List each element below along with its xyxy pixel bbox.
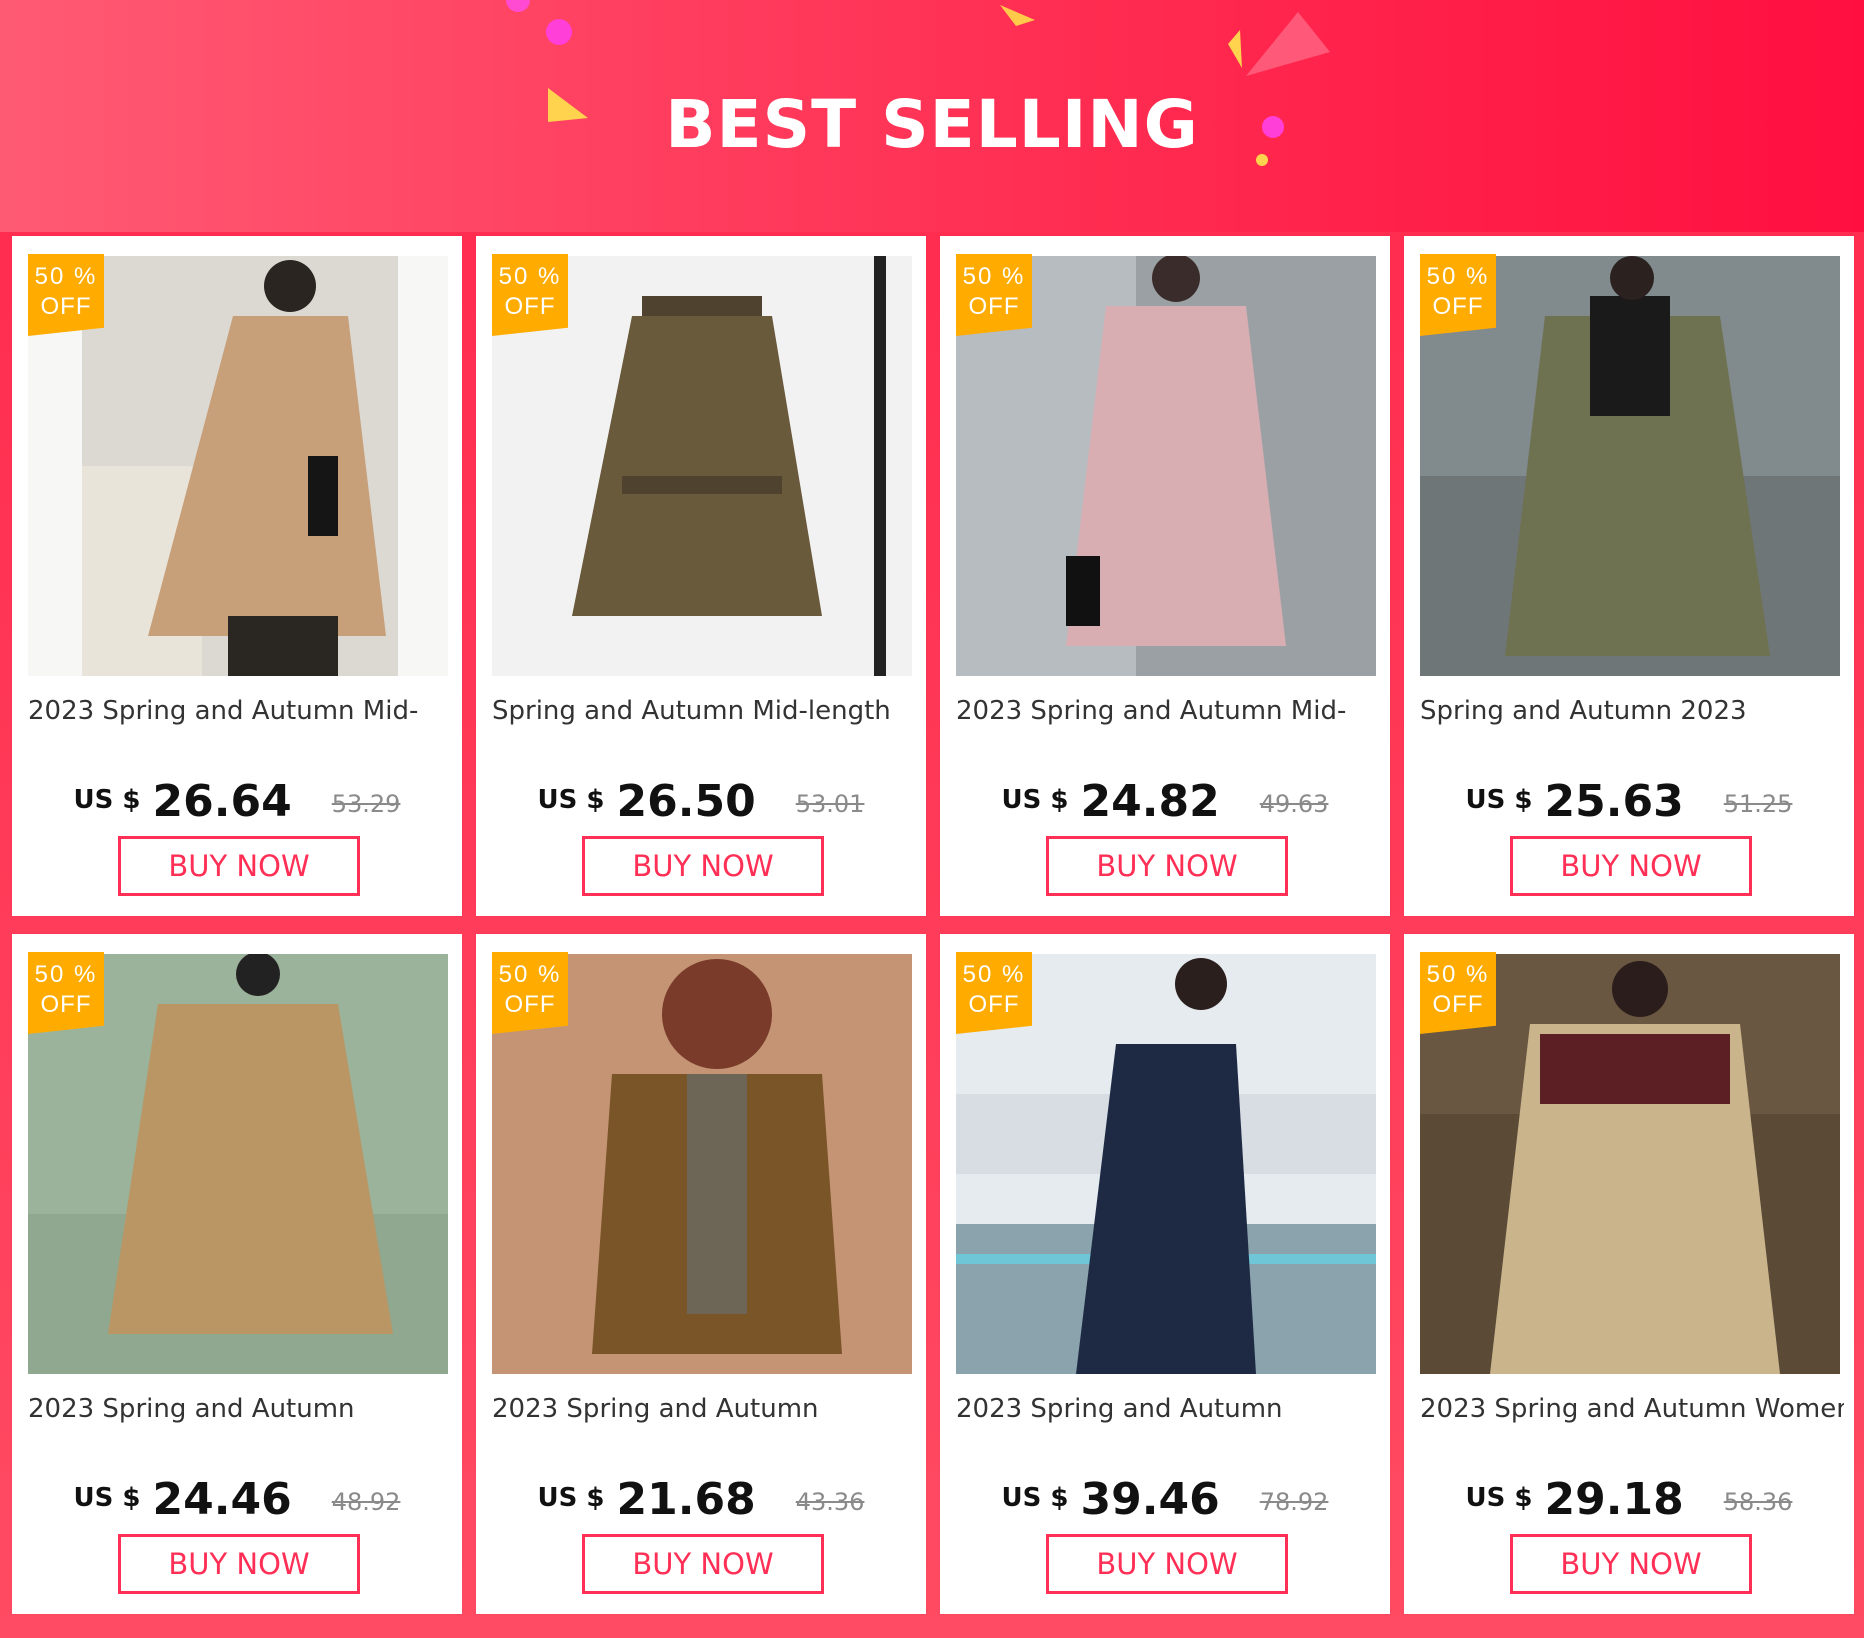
product-title[interactable]: 2023 Spring and Autumn Women <box>1420 1394 1844 1432</box>
buy-now-button[interactable]: BUY NOW <box>582 1534 824 1594</box>
hero-banner: BEST SELLING <box>0 0 1864 232</box>
product-card[interactable]: 50 % OFF 2023 Spring and Autumn Mid- US … <box>940 236 1390 916</box>
badge-off: OFF <box>40 991 92 1018</box>
product-card[interactable]: 50 % OFF Spring and Autumn Mid-length US… <box>476 236 926 916</box>
original-price: 49.63 <box>1259 790 1329 818</box>
product-title[interactable]: Spring and Autumn 2023 <box>1420 696 1844 734</box>
badge-percent: 50 % <box>1426 263 1490 290</box>
discount-badge: 50 % OFF <box>956 254 1032 336</box>
original-price: 58.36 <box>1723 1488 1793 1516</box>
sale-price: 26.50 <box>616 776 756 827</box>
sale-price: 21.68 <box>616 1474 756 1525</box>
badge-percent: 50 % <box>34 961 98 988</box>
currency-label: US $ <box>1001 785 1069 815</box>
product-card[interactable]: 50 % OFF 2023 Spring and Autumn US $ 24.4… <box>12 934 462 1614</box>
sale-price: 24.82 <box>1080 776 1220 827</box>
badge-percent: 50 % <box>962 961 1026 988</box>
sale-price: 24.46 <box>152 1474 292 1525</box>
original-price: 78.92 <box>1259 1488 1329 1516</box>
original-price: 43.36 <box>795 1488 865 1516</box>
badge-off: OFF <box>1432 991 1484 1018</box>
best-selling-page: BEST SELLING 50 % OFF 2023 Spring and Au… <box>0 0 1864 1638</box>
discount-badge: 50 % OFF <box>492 254 568 336</box>
buy-now-button[interactable]: BUY NOW <box>1510 1534 1752 1594</box>
buy-now-button[interactable]: BUY NOW <box>118 1534 360 1594</box>
discount-badge: 50 % OFF <box>492 952 568 1034</box>
discount-badge: 50 % OFF <box>956 952 1032 1034</box>
product-title[interactable]: 2023 Spring and Autumn Mid- <box>956 696 1380 734</box>
sale-price: 25.63 <box>1544 776 1684 827</box>
buy-now-button[interactable]: BUY NOW <box>1046 836 1288 896</box>
product-card[interactable]: 50 % OFF 2023 Spring and Autumn US $ 21.6… <box>476 934 926 1614</box>
currency-label: US $ <box>1465 785 1533 815</box>
badge-off: OFF <box>504 293 556 320</box>
page-title: BEST SELLING <box>665 86 1199 163</box>
badge-off: OFF <box>504 991 556 1018</box>
discount-badge: 50 % OFF <box>1420 254 1496 336</box>
sale-price: 26.64 <box>152 776 292 827</box>
buy-now-button[interactable]: BUY NOW <box>1046 1534 1288 1594</box>
product-card[interactable]: 50 % OFF 2023 Spring and Autumn US $ 39.4… <box>940 934 1390 1614</box>
currency-label: US $ <box>1001 1483 1069 1513</box>
original-price: 53.01 <box>795 790 865 818</box>
badge-percent: 50 % <box>1426 961 1490 988</box>
sale-price: 39.46 <box>1080 1474 1220 1525</box>
badge-percent: 50 % <box>962 263 1026 290</box>
badge-percent: 50 % <box>498 263 562 290</box>
badge-off: OFF <box>968 991 1020 1018</box>
badge-percent: 50 % <box>498 961 562 988</box>
buy-now-button[interactable]: BUY NOW <box>118 836 360 896</box>
badge-off: OFF <box>968 293 1020 320</box>
sale-price: 29.18 <box>1544 1474 1684 1525</box>
product-title[interactable]: 2023 Spring and Autumn <box>956 1394 1380 1432</box>
currency-label: US $ <box>537 785 605 815</box>
product-title[interactable]: 2023 Spring and Autumn <box>492 1394 916 1432</box>
currency-label: US $ <box>1465 1483 1533 1513</box>
discount-badge: 50 % OFF <box>1420 952 1496 1034</box>
badge-off: OFF <box>1432 293 1484 320</box>
product-title[interactable]: 2023 Spring and Autumn Mid- <box>28 696 452 734</box>
badge-off: OFF <box>40 293 92 320</box>
product-card[interactable]: 50 % OFF Spring and Autumn 2023 US $ 25.6… <box>1404 236 1854 916</box>
currency-label: US $ <box>537 1483 605 1513</box>
buy-now-button[interactable]: BUY NOW <box>1510 836 1752 896</box>
discount-badge: 50 % OFF <box>28 952 104 1034</box>
original-price: 53.29 <box>331 790 401 818</box>
discount-badge: 50 % OFF <box>28 254 104 336</box>
buy-now-button[interactable]: BUY NOW <box>582 836 824 896</box>
product-card[interactable]: 50 % OFF 2023 Spring and Autumn Mid- US … <box>12 236 462 916</box>
original-price: 51.25 <box>1723 790 1793 818</box>
product-card[interactable]: 50 % OFF 2023 Spring and Autumn Women US… <box>1404 934 1854 1614</box>
currency-label: US $ <box>73 1483 141 1513</box>
product-title[interactable]: Spring and Autumn Mid-length <box>492 696 916 734</box>
currency-label: US $ <box>73 785 141 815</box>
original-price: 48.92 <box>331 1488 401 1516</box>
badge-percent: 50 % <box>34 263 98 290</box>
product-title[interactable]: 2023 Spring and Autumn <box>28 1394 452 1432</box>
